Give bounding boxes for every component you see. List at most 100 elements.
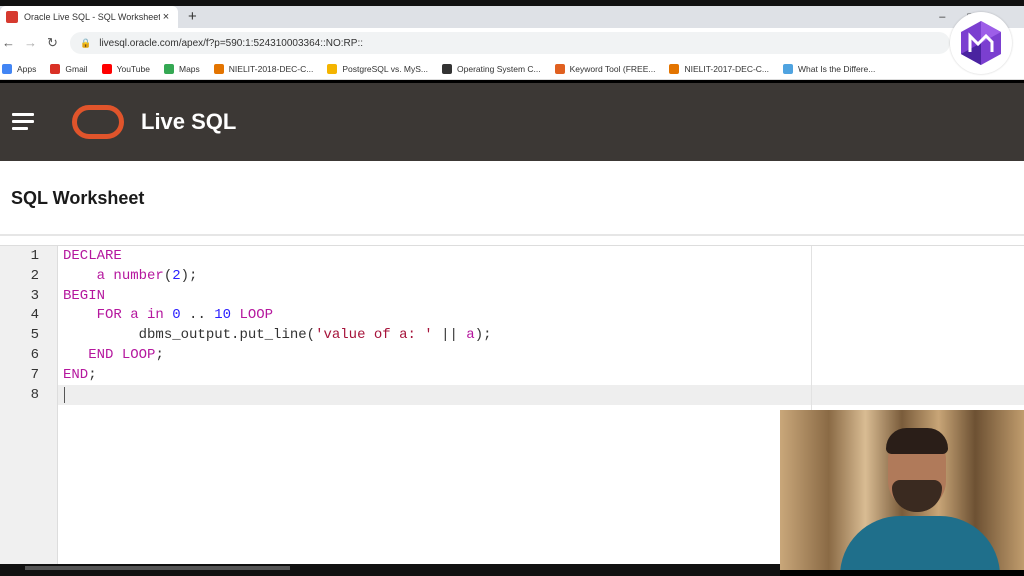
bookmark-label: NIELIT-2017-DEC-C...: [684, 63, 770, 74]
tab-close-icon[interactable]: ×: [160, 11, 172, 23]
line-number: 2: [30, 268, 39, 284]
address-bar[interactable]: 🔒 livesql.oracle.com/apex/f?p=590:1:5243…: [70, 32, 950, 54]
keyword: LOOP: [231, 307, 274, 323]
keyword: END: [63, 367, 89, 383]
bookmark-label: NIELIT-2018-DEC-C...: [228, 63, 314, 74]
code-line-2: a number(2);: [63, 268, 198, 284]
concat-operator: ||: [432, 327, 467, 343]
code-line-3: BEGIN: [63, 288, 105, 304]
scrollbar-thumb[interactable]: [25, 566, 290, 570]
line-number: 6: [30, 347, 39, 363]
bookmark-label: YouTube: [116, 63, 150, 74]
nielit-icon: [669, 63, 680, 74]
reload-icon[interactable]: ↻: [47, 34, 58, 52]
bookmark-nielit-2017[interactable]: NIELIT-2017-DEC-C...: [669, 63, 770, 74]
code-line-1: DECLARE: [63, 248, 122, 264]
bookmark-nielit-2018[interactable]: NIELIT-2018-DEC-C...: [213, 63, 314, 74]
maps-pin-icon: [163, 63, 174, 74]
new-tab-button[interactable]: +: [188, 8, 197, 26]
punctuation: ;: [88, 367, 97, 383]
punctuation: (: [163, 268, 173, 284]
bookmark-maps[interactable]: Maps: [163, 63, 200, 74]
presenter-body: [840, 516, 1000, 570]
keyword: in: [147, 307, 173, 323]
presenter-hair: [886, 428, 948, 454]
bookmarks-bar: Apps Gmail YouTube Maps NIELIT-2018-DEC-…: [0, 58, 1024, 80]
site-icon: [783, 63, 794, 74]
bookmark-operating-system[interactable]: Operating System C...: [442, 63, 541, 74]
url-text: livesql.oracle.com/apex/f?p=590:1:524310…: [99, 37, 363, 49]
text-cursor: [64, 387, 65, 403]
line-number: 3: [30, 288, 39, 304]
range-operator: ..: [180, 307, 215, 323]
lock-icon: 🔒: [80, 37, 92, 48]
keyword: BEGIN: [63, 288, 106, 304]
code-line-7: END;: [63, 367, 97, 383]
active-line-highlight: [0, 385, 1024, 405]
channel-logo-icon: [950, 12, 1012, 74]
bookmark-keyword-tool[interactable]: Keyword Tool (FREE...: [554, 63, 656, 74]
code-line-6: END LOOP;: [63, 347, 164, 363]
string-literal: 'value of a: ': [315, 327, 433, 343]
youtube-icon: [101, 63, 112, 74]
keyword: FOR: [96, 307, 131, 323]
punctuation: ;: [155, 347, 164, 363]
bookmark-apps[interactable]: Apps: [2, 63, 37, 74]
bookmark-gmail[interactable]: Gmail: [50, 63, 88, 74]
code-line-4: FOR a in 0 .. 10 LOOP: [63, 307, 273, 323]
number-literal: 2: [172, 268, 181, 284]
bookmark-youtube[interactable]: YouTube: [101, 63, 150, 74]
keyword-tool-icon: [554, 63, 565, 74]
gmail-icon: [50, 63, 61, 74]
bookmark-label: PostgreSQL vs. MyS...: [342, 63, 428, 74]
line-number: 8: [30, 387, 39, 403]
bookmark-label: Maps: [178, 63, 200, 74]
bookmark-label: Operating System C...: [457, 63, 541, 74]
identifier: a: [130, 307, 148, 323]
line-number: 5: [30, 327, 39, 343]
identifier: a: [466, 327, 475, 343]
line-number: 7: [30, 367, 39, 383]
page-title: SQL Worksheet: [11, 188, 145, 208]
line-number: 1: [30, 248, 39, 264]
number-literal: 10: [214, 307, 232, 323]
postgresql-icon: [327, 63, 338, 74]
minimize-button[interactable]: –: [939, 11, 945, 23]
tab-title: Oracle Live SQL - SQL Worksheet: [24, 12, 160, 22]
back-arrow-icon[interactable]: ←: [2, 34, 15, 52]
browser-tabstrip: Oracle Live SQL - SQL Worksheet × + – □: [0, 6, 1024, 28]
globe-icon: [442, 63, 452, 74]
type-name: number: [113, 268, 164, 284]
bookmark-label: Keyword Tool (FREE...: [569, 63, 656, 74]
apps-grid-icon: [2, 63, 12, 74]
bookmark-difference[interactable]: What Is the Differe...: [783, 63, 876, 74]
punctuation: );: [180, 268, 198, 284]
bookmark-label: Gmail: [65, 63, 88, 74]
browser-navbar: ← → ↻ 🔒 livesql.oracle.com/apex/f?p=590:…: [0, 28, 1024, 58]
nielit-icon: [213, 63, 224, 74]
presenter-beard: [892, 480, 942, 512]
bookmark-label: Apps: [17, 63, 37, 74]
hamburger-menu-icon[interactable]: [12, 113, 34, 134]
function-call: dbms_output.put_line(: [138, 327, 316, 343]
webcam-overlay: [780, 410, 1024, 570]
browser-tab-active[interactable]: Oracle Live SQL - SQL Worksheet ×: [0, 6, 178, 28]
line-number: 4: [30, 307, 39, 323]
punctuation: );: [474, 327, 492, 343]
identifier: a: [96, 268, 114, 284]
bookmark-postgresql[interactable]: PostgreSQL vs. MyS...: [327, 63, 428, 74]
app-title: Live SQL: [141, 109, 237, 134]
keyword: END LOOP: [88, 347, 156, 363]
forward-arrow-icon[interactable]: →: [24, 34, 37, 52]
code-line-5: dbms_output.put_line('value of a: ' || a…: [63, 327, 492, 343]
oracle-logo-icon: [72, 105, 124, 139]
number-literal: 0: [172, 307, 181, 323]
bookmark-label: What Is the Differe...: [798, 63, 876, 74]
app-header: Live SQL: [0, 83, 1024, 161]
oracle-favicon-icon: [6, 11, 18, 23]
line-number-gutter: 1 2 3 4 5 6 7 8: [0, 246, 58, 565]
